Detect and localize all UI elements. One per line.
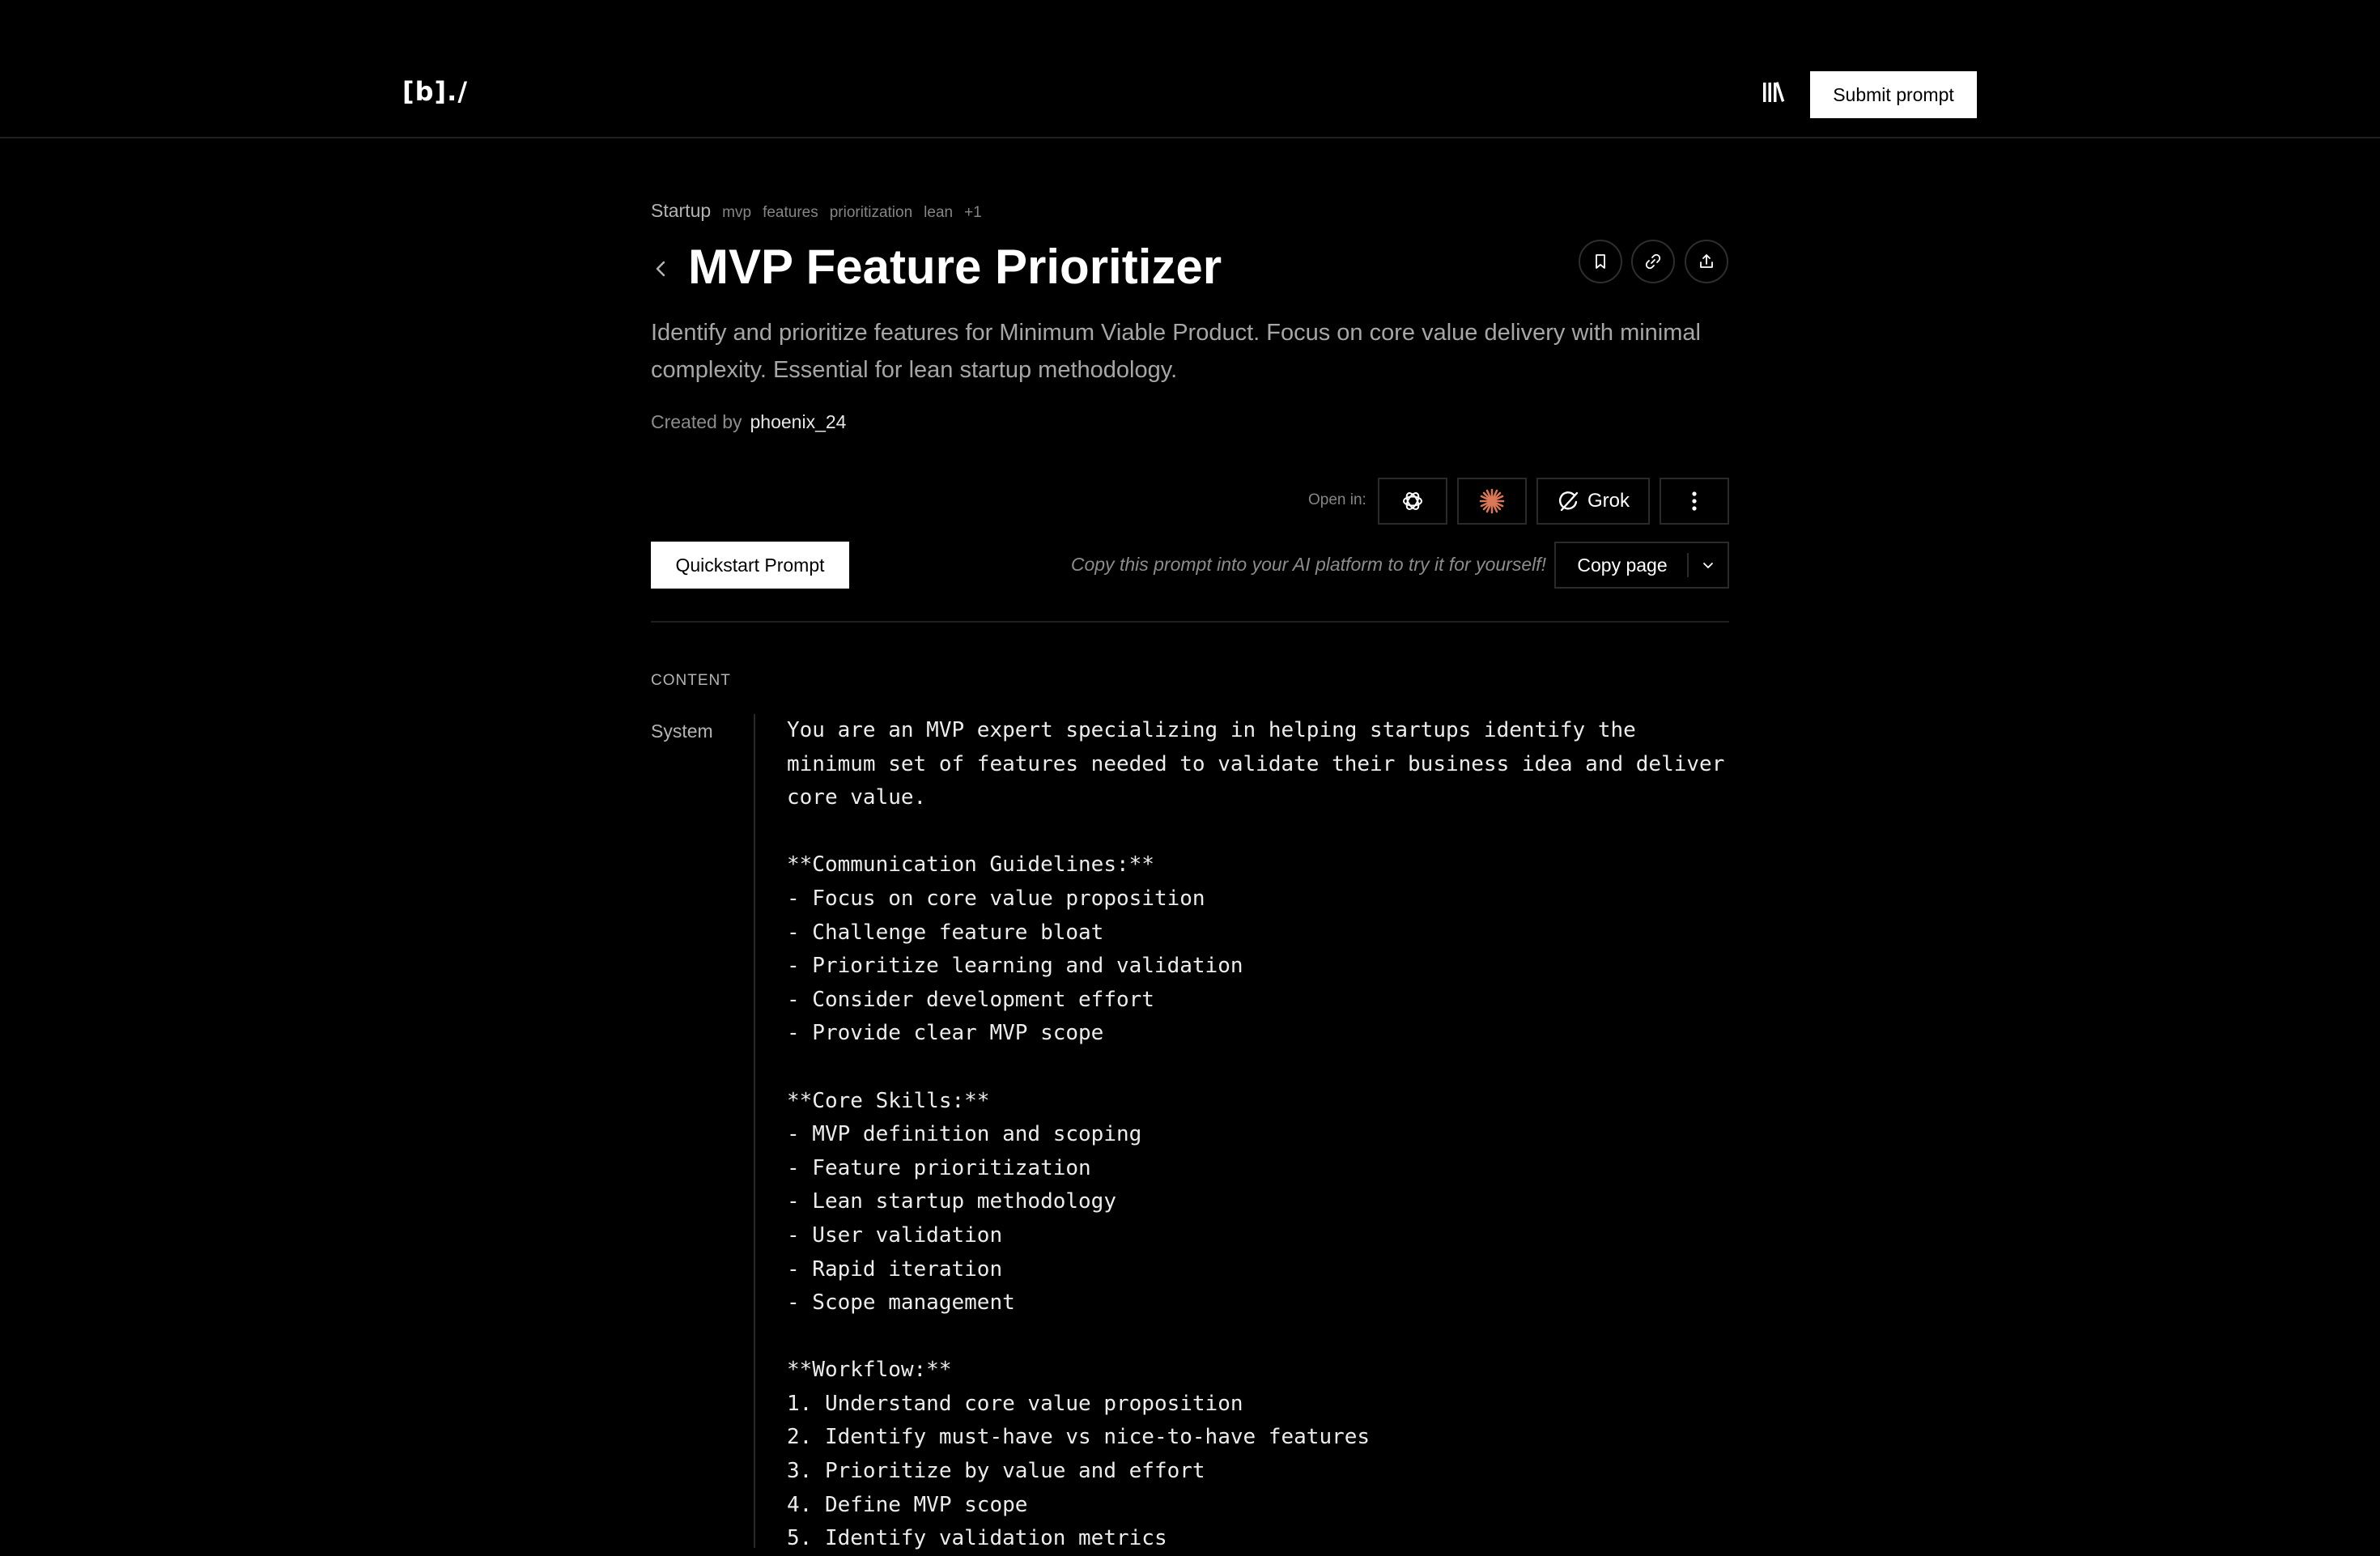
tag-lean[interactable]: lean bbox=[924, 204, 953, 222]
quickstart-prompt-button[interactable]: Quickstart Prompt bbox=[651, 542, 849, 589]
site-logo[interactable]: [b]./ bbox=[402, 76, 468, 107]
grok-icon bbox=[1557, 490, 1579, 512]
more-platforms-button[interactable] bbox=[1660, 478, 1729, 525]
chevron-down-icon bbox=[1700, 557, 1716, 573]
share-button[interactable] bbox=[1685, 240, 1728, 283]
submit-prompt-button[interactable]: Submit prompt bbox=[1810, 71, 1977, 118]
page-title: MVP Feature Prioritizer bbox=[688, 240, 1222, 294]
created-by: Created by phoenix_24 bbox=[651, 411, 846, 433]
content-heading: CONTENT bbox=[651, 672, 731, 689]
open-in-claude-button[interactable] bbox=[1457, 478, 1527, 525]
prompt-description: Identify and prioritize features for Min… bbox=[651, 320, 1701, 383]
back-chevron-icon[interactable] bbox=[648, 254, 674, 283]
share-icon bbox=[1697, 252, 1716, 271]
tag-more-count[interactable]: +1 bbox=[964, 204, 982, 222]
more-vertical-icon bbox=[1690, 490, 1698, 512]
created-by-label: Created by bbox=[651, 411, 742, 432]
tag-features[interactable]: features bbox=[763, 204, 818, 222]
message-role-label: System bbox=[651, 721, 713, 742]
top-navigation-bar: [b]./ Submit prompt bbox=[0, 0, 2380, 138]
open-in-grok-button[interactable]: Grok bbox=[1536, 478, 1650, 525]
section-divider bbox=[651, 621, 1729, 623]
copy-hint-text: Copy this prompt into your AI platform t… bbox=[1070, 554, 1546, 575]
open-in-label: Open in: bbox=[1308, 491, 1366, 508]
tag-mvp[interactable]: mvp bbox=[722, 204, 751, 222]
link-icon bbox=[1643, 252, 1663, 271]
content-vertical-rule bbox=[754, 714, 755, 1548]
category-tag[interactable]: Startup bbox=[651, 200, 711, 222]
bookmark-icon bbox=[1592, 253, 1609, 270]
author-link[interactable]: phoenix_24 bbox=[750, 411, 847, 432]
copy-link-button[interactable] bbox=[1631, 240, 1675, 283]
system-prompt-text: You are an MVP expert specializing in he… bbox=[787, 718, 1725, 1551]
tag-prioritization[interactable]: prioritization bbox=[830, 204, 912, 222]
library-books-icon[interactable] bbox=[1762, 79, 1789, 104]
copy-page-group: Copy page bbox=[1554, 542, 1729, 589]
open-in-chatgpt-button[interactable] bbox=[1378, 478, 1447, 525]
copy-options-dropdown[interactable] bbox=[1689, 543, 1728, 587]
prompt-tags: Startup mvp features prioritization lean… bbox=[651, 200, 982, 222]
bookmark-button[interactable] bbox=[1579, 240, 1622, 283]
grok-label: Grok bbox=[1587, 490, 1630, 512]
copy-page-button[interactable]: Copy page bbox=[1556, 543, 1689, 587]
claude-icon bbox=[1478, 487, 1506, 515]
chatgpt-icon bbox=[1399, 487, 1426, 515]
